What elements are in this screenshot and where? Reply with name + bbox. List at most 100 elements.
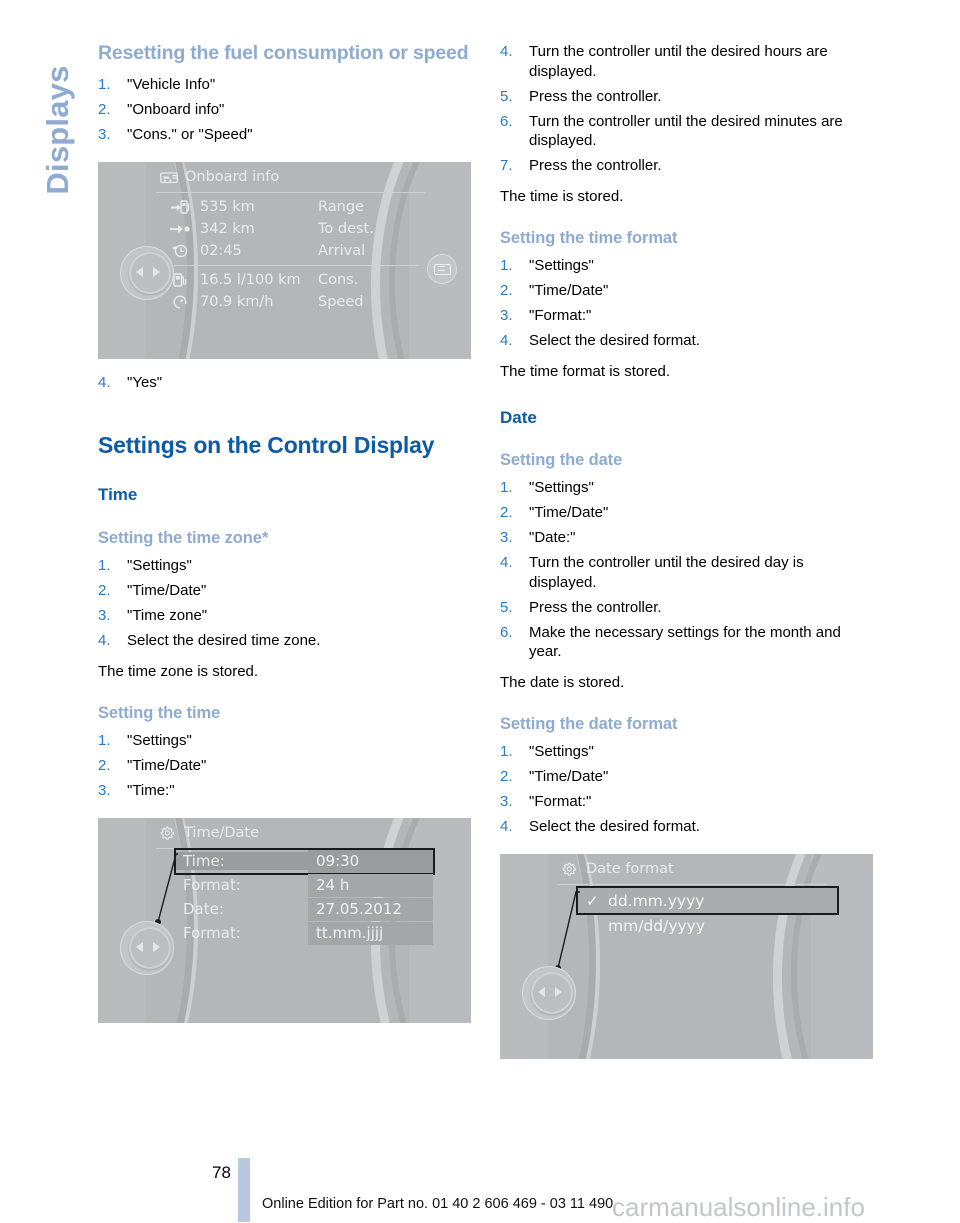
cell-label: Range — [318, 199, 364, 215]
list-item: 4. Turn the controller until the desired … — [500, 553, 875, 592]
display-header: Date format — [562, 861, 815, 877]
list-item: 1. "Settings" — [98, 731, 473, 751]
display-title: Onboard info — [185, 169, 280, 185]
settings-gear-icon — [160, 826, 174, 840]
list-item: 2. "Time/Date" — [500, 767, 875, 787]
knob-left-arrow-icon — [136, 941, 143, 952]
header-divider — [156, 192, 425, 193]
step-number: 1. — [500, 479, 513, 497]
step-text: Turn the controller until the desired ho… — [529, 43, 828, 80]
step-text: "Cons." or "Speed" — [127, 126, 253, 143]
menu-row-value: tt.mm.jjjj — [308, 921, 433, 945]
step-number: 1. — [98, 731, 111, 749]
footer-edition-text: Online Edition for Part no. 01 40 2 606 … — [262, 1196, 614, 1212]
step-number: 2. — [98, 101, 111, 118]
controller-knob-icon — [120, 246, 174, 300]
cell-label: Cons. — [318, 272, 359, 288]
menu-row-time[interactable]: Time: 09:30 — [174, 847, 435, 875]
menu-row-label: Time: — [176, 852, 308, 871]
controller-knob-icon — [120, 920, 174, 975]
cell-label: To dest. — [318, 221, 374, 237]
menu-row-value: 27.05.2012 — [308, 897, 433, 921]
heading-setting-time-zone: Setting the time zone* — [98, 528, 269, 547]
step-text: Select the desired format. — [529, 332, 700, 350]
list-item: 4. Select the desired format. — [500, 331, 875, 351]
heading-settings-on-control-display: Settings on the Control Display — [98, 432, 435, 458]
date-format-option-list: ✓ dd.mm.yyyy mm/dd/yyyy — [576, 886, 839, 938]
list-item: 1. "Settings" — [500, 742, 875, 762]
list-item: 3. "Time zone" — [98, 606, 473, 626]
list-item: 4. Select the desired format. — [500, 817, 875, 837]
arrow-destination-icon — [160, 222, 200, 236]
heading-time: Time — [98, 485, 138, 505]
step-number: 2. — [98, 756, 111, 774]
step-number: 5. — [500, 598, 513, 616]
settings-gear-icon — [562, 862, 576, 877]
heading-setting-the-date: Setting the date — [500, 450, 623, 469]
step-text: "Format:" — [529, 307, 592, 325]
knob-right-arrow-icon — [153, 267, 160, 277]
display-header: Time/Date — [160, 825, 413, 841]
right-column: 4. Turn the controller until the desired … — [500, 42, 875, 1060]
table-row: 535 km Range — [160, 196, 421, 218]
step-number: 4. — [500, 332, 513, 350]
step-number: 1. — [98, 76, 111, 93]
step-number: 1. — [98, 556, 111, 574]
date-format-option-ddmmyyyy[interactable]: ✓ dd.mm.yyyy — [576, 886, 839, 916]
step-text: Select the desired time zone. — [127, 631, 321, 649]
heading-resetting-fuel-consumption: Resetting the fuel consumption or speed — [98, 42, 469, 64]
step-number: 5. — [500, 87, 513, 105]
step-number: 6. — [500, 623, 513, 641]
knob-right-arrow-icon — [555, 987, 562, 998]
page-marker-bar — [238, 1158, 250, 1222]
step-number: 2. — [500, 768, 513, 786]
list-item: 4. "Yes" — [98, 373, 473, 393]
cell-value: 70.9 km/h — [200, 294, 274, 310]
chapter-label: Displays — [40, 65, 75, 195]
cell-value: 342 km — [200, 221, 255, 237]
fuel-pump-arrow-icon — [160, 199, 200, 215]
time-steps-continued-list: 4. Turn the controller until the desired … — [500, 42, 875, 176]
step-text: "Date:" — [529, 529, 576, 547]
list-item: 6. Make the necessary settings for the mo… — [500, 623, 875, 662]
step-number: 1. — [500, 257, 513, 275]
list-item: 3. "Date:" — [500, 528, 875, 548]
menu-row-value: 24 h — [308, 873, 433, 897]
table-row: 70.9 km/h Speed — [160, 291, 421, 313]
setdate-steps-list: 1. "Settings" 2. "Time/Date" 3. "Date:" 4. T… — [500, 478, 875, 662]
header-divider — [558, 884, 827, 886]
date-format-option-mmddyyyy[interactable]: mm/dd/yyyy — [578, 913, 837, 938]
left-column: Resetting the fuel consumption or speed … — [98, 42, 473, 1023]
knob-right-arrow-icon — [153, 941, 160, 952]
table-row: 16.5 l/100 km Cons. — [160, 269, 421, 291]
controller-knob-icon — [522, 966, 576, 1021]
step-text: "Time/Date" — [529, 768, 609, 786]
menu-row-time-format[interactable]: Format: 24 h — [176, 873, 433, 897]
page-number: 78 — [212, 1163, 231, 1182]
heading-date: Date — [500, 407, 537, 427]
list-item: 3. "Format:" — [500, 792, 875, 812]
table-row: 02:45 Arrival — [160, 240, 421, 262]
figure-date-format-display: Date format ✓ dd.mm.yyyy mm/dd/yyyy — [500, 854, 873, 1060]
list-item: 3. "Cons." or "Speed" — [98, 125, 473, 145]
step-number: 4. — [98, 374, 111, 391]
step-text: Turn the controller until the desired da… — [529, 554, 804, 591]
list-item: 1. "Settings" — [500, 478, 875, 498]
step-text: Press the controller. — [529, 87, 662, 105]
step-number: 7. — [500, 157, 513, 174]
step-number: 2. — [98, 581, 111, 599]
menu-row-date-format[interactable]: Format: tt.mm.jjjj — [176, 921, 433, 945]
heading-setting-date-format: Setting the date format — [500, 715, 678, 734]
step-text: "Time/Date" — [127, 581, 207, 599]
cell-value: 02:45 — [200, 243, 242, 259]
list-item: 5. Press the controller. — [500, 598, 875, 618]
timeformat-result-text: The time format is stored. — [500, 363, 671, 381]
menu-row-date[interactable]: Date: 27.05.2012 — [176, 897, 433, 921]
option-label: mm/dd/yyyy — [608, 916, 706, 935]
cell-value: 535 km — [200, 199, 255, 215]
cell-label: Arrival — [318, 243, 366, 259]
list-item: 6. Turn the controller until the desired … — [500, 112, 875, 151]
step-number: 3. — [500, 529, 513, 547]
header-divider — [156, 847, 425, 849]
step-text: "Time zone" — [127, 606, 208, 624]
